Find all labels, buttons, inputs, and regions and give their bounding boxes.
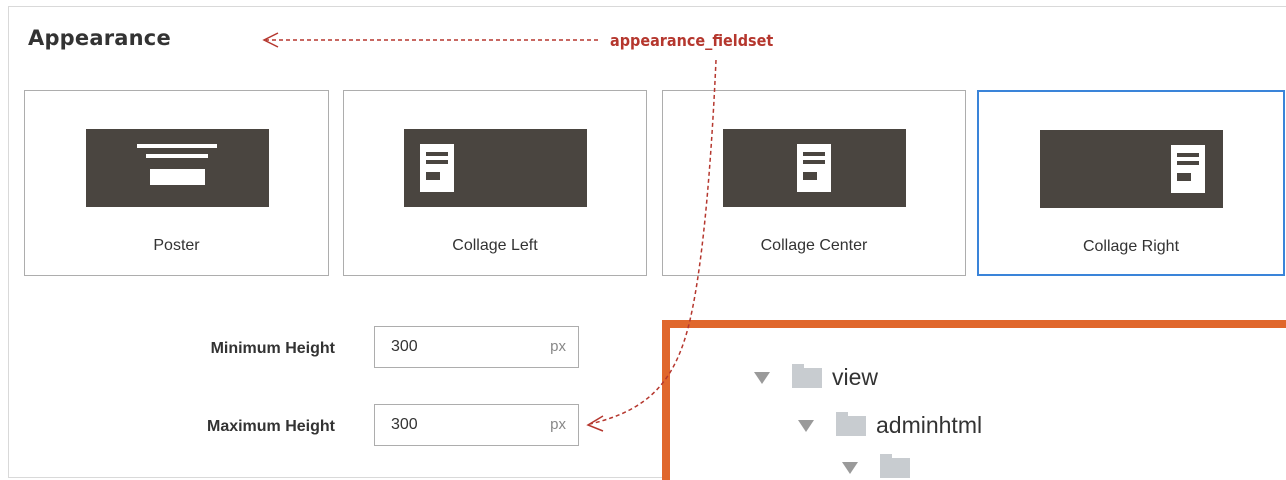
collage-left-layout-icon [404, 129, 587, 207]
tree-item-label: adminhtml [876, 412, 983, 438]
option-label: Poster [153, 237, 200, 254]
expand-arrow-icon [842, 462, 858, 474]
option-label: Collage Center [760, 237, 868, 254]
folder-icon [880, 454, 910, 478]
expand-arrow-icon[interactable] [798, 419, 814, 432]
option-label: Collage Left [452, 237, 538, 254]
appearance-option-collage-center[interactable]: Collage Center [662, 90, 966, 276]
section-title: Appearance [28, 26, 171, 50]
max-height-unit: px [550, 416, 566, 433]
folder-icon [792, 363, 822, 388]
appearance-option-poster[interactable]: Poster [24, 90, 329, 276]
tree-item-label: view [832, 364, 879, 390]
tree-item-adminhtml[interactable]: adminhtml [798, 411, 983, 439]
tree-item-view[interactable]: view [754, 363, 879, 391]
min-height-unit: px [550, 338, 566, 355]
poster-layout-icon [85, 129, 269, 207]
max-height-input[interactable]: 300 px [374, 404, 579, 446]
tree-item-partial [842, 454, 920, 478]
max-height-value: 300 [391, 416, 418, 433]
min-height-input[interactable]: 300 px [374, 326, 579, 368]
min-height-label: Minimum Height [210, 340, 335, 357]
min-height-value: 300 [391, 338, 418, 355]
annotation-label: appearance_fieldset [610, 31, 774, 50]
collage-right-layout-icon [1040, 130, 1223, 208]
expand-arrow-icon[interactable] [754, 371, 770, 384]
folder-icon [836, 411, 866, 436]
max-height-label: Maximum Height [206, 418, 335, 435]
collage-center-layout-icon [723, 129, 906, 207]
option-label: Collage Right [1082, 238, 1180, 255]
file-tree-panel: view adminhtml [662, 320, 1286, 480]
appearance-option-collage-right[interactable]: Collage Right [977, 90, 1285, 276]
appearance-option-collage-left[interactable]: Collage Left [343, 90, 647, 276]
